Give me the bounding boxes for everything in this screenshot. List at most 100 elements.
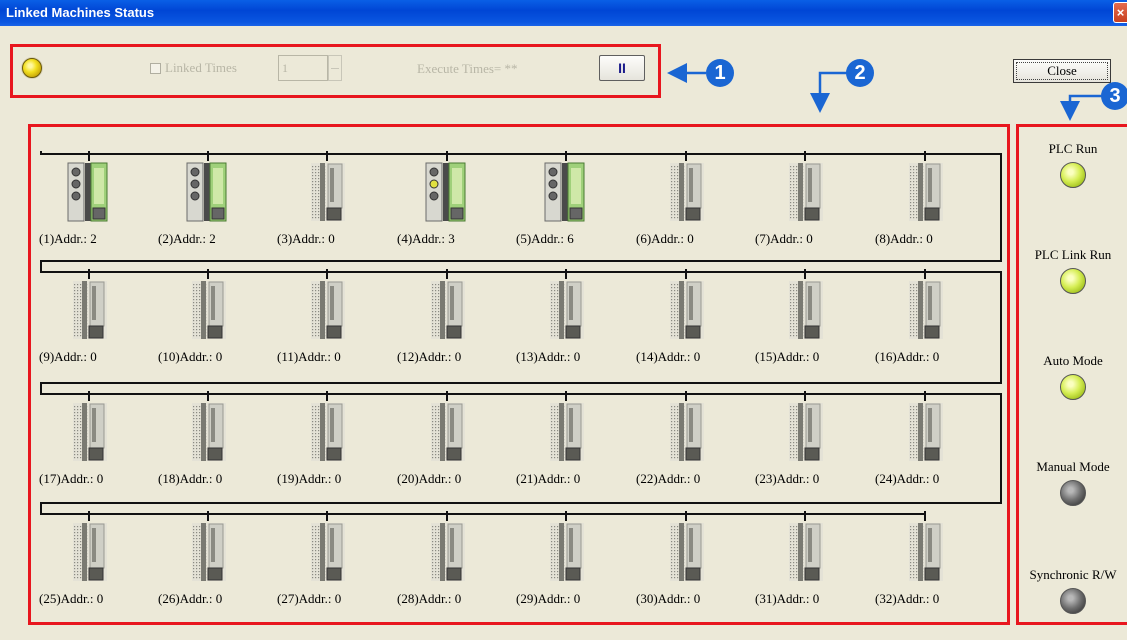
machine-item[interactable]: (2)Addr.: 2 xyxy=(148,151,248,266)
machine-address-label: (23)Addr.: 0 xyxy=(755,471,820,486)
machine-item[interactable]: (28)Addr.: 0 xyxy=(387,511,487,626)
machine-address-label: (7)Addr.: 0 xyxy=(755,231,813,246)
machine-address-label: (13)Addr.: 0 xyxy=(516,349,581,364)
bus-drop xyxy=(326,269,328,279)
machine-item[interactable]: (23)Addr.: 0 xyxy=(745,391,845,506)
machine-address-label: (1)Addr.: 2 xyxy=(39,231,97,246)
indicator-manual-mode: Manual Mode xyxy=(1019,459,1127,506)
machine-item[interactable]: (19)Addr.: 0 xyxy=(267,391,367,506)
bus-drop xyxy=(804,151,806,161)
machine-item[interactable]: (11)Addr.: 0 xyxy=(267,269,367,384)
bus-drop xyxy=(88,151,90,161)
bus-drop xyxy=(446,511,448,521)
plc-device-empty-icon xyxy=(431,523,465,581)
machine-item[interactable]: (15)Addr.: 0 xyxy=(745,269,845,384)
plc-device-empty-icon xyxy=(311,163,345,221)
machine-item[interactable]: (8)Addr.: 0 xyxy=(865,151,965,266)
bus-drop xyxy=(326,391,328,401)
plc-device-empty-icon xyxy=(670,523,704,581)
plc-device-empty-icon xyxy=(73,281,107,339)
machine-item[interactable]: (26)Addr.: 0 xyxy=(148,511,248,626)
machine-item[interactable]: (27)Addr.: 0 xyxy=(267,511,367,626)
bus-drop xyxy=(565,151,567,161)
machine-item[interactable]: (24)Addr.: 0 xyxy=(865,391,965,506)
indicator-label: PLC Link Run xyxy=(1034,247,1112,262)
plc-device-empty-icon xyxy=(909,163,943,221)
plc-device-empty-icon xyxy=(192,403,226,461)
machine-item[interactable]: (29)Addr.: 0 xyxy=(506,511,606,626)
plc-device-empty-icon xyxy=(789,523,823,581)
callout-3-badge: 3 xyxy=(1101,82,1127,110)
machine-address-label: (10)Addr.: 0 xyxy=(158,349,223,364)
plc-device-empty-icon xyxy=(192,281,226,339)
machine-address-label: (3)Addr.: 0 xyxy=(277,231,335,246)
plc-device-empty-icon xyxy=(670,281,704,339)
plc-device-icon xyxy=(544,162,585,222)
bus-drop xyxy=(804,391,806,401)
machine-item[interactable]: (22)Addr.: 0 xyxy=(626,391,726,506)
machine-address-label: (11)Addr.: 0 xyxy=(277,349,341,364)
machine-address-label: (21)Addr.: 0 xyxy=(516,471,581,486)
plc-device-empty-icon xyxy=(789,163,823,221)
machine-item[interactable]: (4)Addr.: 3 xyxy=(387,151,487,266)
machine-address-label: (22)Addr.: 0 xyxy=(636,471,701,486)
plc-device-empty-icon xyxy=(431,403,465,461)
indicator-led-icon xyxy=(1060,374,1086,400)
machine-item[interactable]: (20)Addr.: 0 xyxy=(387,391,487,506)
machine-item[interactable]: (32)Addr.: 0 xyxy=(865,511,965,626)
machine-item[interactable]: (17)Addr.: 0 xyxy=(29,391,129,506)
plc-device-empty-icon xyxy=(550,523,584,581)
callout-2-arrow xyxy=(810,71,848,113)
machine-item[interactable]: (9)Addr.: 0 xyxy=(29,269,129,384)
indicator-led-icon xyxy=(1060,480,1086,506)
plc-device-empty-icon xyxy=(192,523,226,581)
machine-item[interactable]: (7)Addr.: 0 xyxy=(745,151,845,266)
machine-item[interactable]: (25)Addr.: 0 xyxy=(29,511,129,626)
bus-drop xyxy=(565,511,567,521)
bus-drop xyxy=(924,151,926,161)
plc-device-empty-icon xyxy=(909,403,943,461)
bus-drop xyxy=(565,391,567,401)
status-indicators-panel: PLC Run PLC Link Run Auto Mode Manual Mode S… xyxy=(1016,124,1127,625)
machine-item[interactable]: (30)Addr.: 0 xyxy=(626,511,726,626)
machine-address-label: (16)Addr.: 0 xyxy=(875,349,940,364)
plc-device-empty-icon xyxy=(789,403,823,461)
bus-drop xyxy=(207,269,209,279)
bus-drop xyxy=(88,269,90,279)
machine-item[interactable]: (6)Addr.: 0 xyxy=(626,151,726,266)
indicator-led-icon xyxy=(1060,588,1086,614)
indicator-led-icon xyxy=(1060,162,1086,188)
indicator-label: PLC Run xyxy=(1048,141,1098,156)
machine-item[interactable]: (31)Addr.: 0 xyxy=(745,511,845,626)
indicator-auto-mode: Auto Mode xyxy=(1019,353,1127,400)
plc-device-icon xyxy=(186,162,227,222)
machine-address-label: (19)Addr.: 0 xyxy=(277,471,342,486)
bus-drop xyxy=(685,511,687,521)
machine-item[interactable]: (3)Addr.: 0 xyxy=(267,151,367,266)
machine-item[interactable]: (21)Addr.: 0 xyxy=(506,391,606,506)
machine-item[interactable]: (12)Addr.: 0 xyxy=(387,269,487,384)
bus-drop xyxy=(446,391,448,401)
machine-item[interactable]: (16)Addr.: 0 xyxy=(865,269,965,384)
machine-item[interactable]: (14)Addr.: 0 xyxy=(626,269,726,384)
plc-device-empty-icon xyxy=(909,523,943,581)
machine-item[interactable]: (1)Addr.: 2 xyxy=(29,151,129,266)
bus-drop xyxy=(326,151,328,161)
bus-drop xyxy=(804,511,806,521)
callout-3-arrow xyxy=(1060,94,1103,121)
callout-2-badge: 2 xyxy=(846,59,874,87)
machine-address-label: (4)Addr.: 3 xyxy=(397,231,455,246)
machine-item[interactable]: (13)Addr.: 0 xyxy=(506,269,606,384)
bus-drop xyxy=(565,269,567,279)
machine-address-label: (14)Addr.: 0 xyxy=(636,349,701,364)
machine-item[interactable]: (18)Addr.: 0 xyxy=(148,391,248,506)
machine-item[interactable]: (10)Addr.: 0 xyxy=(148,269,248,384)
plc-device-empty-icon xyxy=(431,281,465,339)
machine-address-label: (28)Addr.: 0 xyxy=(397,591,462,606)
machine-address-label: (6)Addr.: 0 xyxy=(636,231,694,246)
plc-device-empty-icon xyxy=(73,403,107,461)
machine-item[interactable]: (5)Addr.: 6 xyxy=(506,151,606,266)
plc-device-empty-icon xyxy=(909,281,943,339)
bus-drop xyxy=(88,391,90,401)
plc-device-icon xyxy=(67,162,108,222)
